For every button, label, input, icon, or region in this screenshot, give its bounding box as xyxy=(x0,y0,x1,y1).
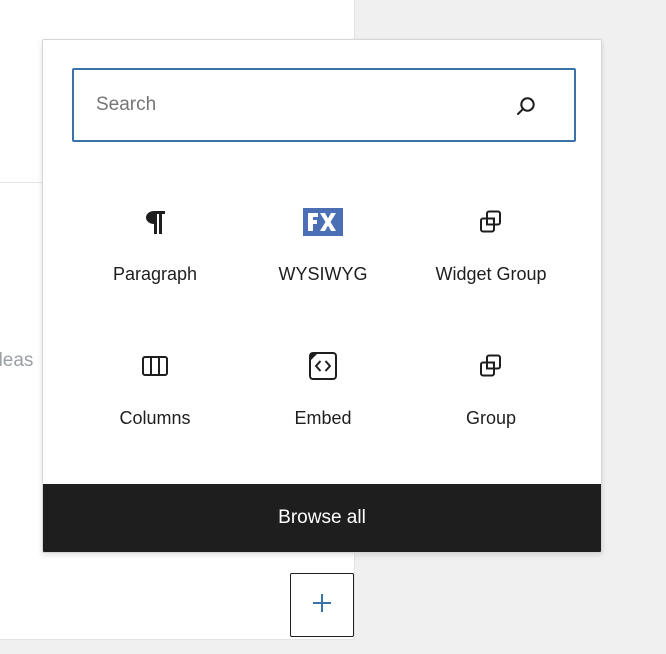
block-label-embed: Embed xyxy=(294,408,352,428)
embed-icon xyxy=(301,344,345,388)
group-icon xyxy=(469,344,513,388)
search-field[interactable] xyxy=(72,68,576,142)
block-item-wysiwyg[interactable]: WYSIWYG xyxy=(239,190,407,334)
plus-icon xyxy=(310,591,334,620)
block-item-columns[interactable]: Columns xyxy=(71,334,239,478)
block-label-columns: Columns xyxy=(119,408,191,428)
background-partial-text: pleas xyxy=(0,350,34,371)
block-item-group[interactable]: Group xyxy=(407,334,575,478)
block-label-paragraph: Paragraph xyxy=(112,264,198,284)
block-item-paragraph[interactable]: Paragraph xyxy=(71,190,239,334)
block-label-widget-group: Widget Group xyxy=(435,264,547,284)
columns-icon xyxy=(133,344,177,388)
block-label-group: Group xyxy=(465,408,517,428)
paragraph-icon xyxy=(133,200,177,244)
search-input[interactable] xyxy=(74,70,494,140)
block-label-wysiwyg: WYSIWYG xyxy=(278,264,368,284)
add-block-button[interactable] xyxy=(290,573,354,637)
browse-all-button[interactable]: Browse all xyxy=(43,484,601,552)
block-item-widget-group[interactable]: Widget Group xyxy=(407,190,575,334)
block-grid: Paragraph WYSIWYG Widget Group Columns E… xyxy=(71,190,577,478)
group-icon xyxy=(469,200,513,244)
search-icon[interactable] xyxy=(514,94,538,118)
fx-logo-icon xyxy=(301,200,345,244)
block-inserter-popover: Paragraph WYSIWYG Widget Group xyxy=(42,39,602,553)
block-item-embed[interactable]: Embed xyxy=(239,334,407,478)
